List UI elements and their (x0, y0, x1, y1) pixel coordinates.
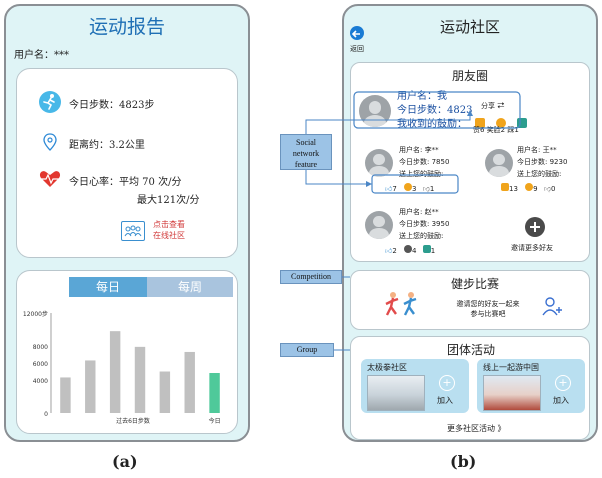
callout-connectors (305, 91, 521, 351)
